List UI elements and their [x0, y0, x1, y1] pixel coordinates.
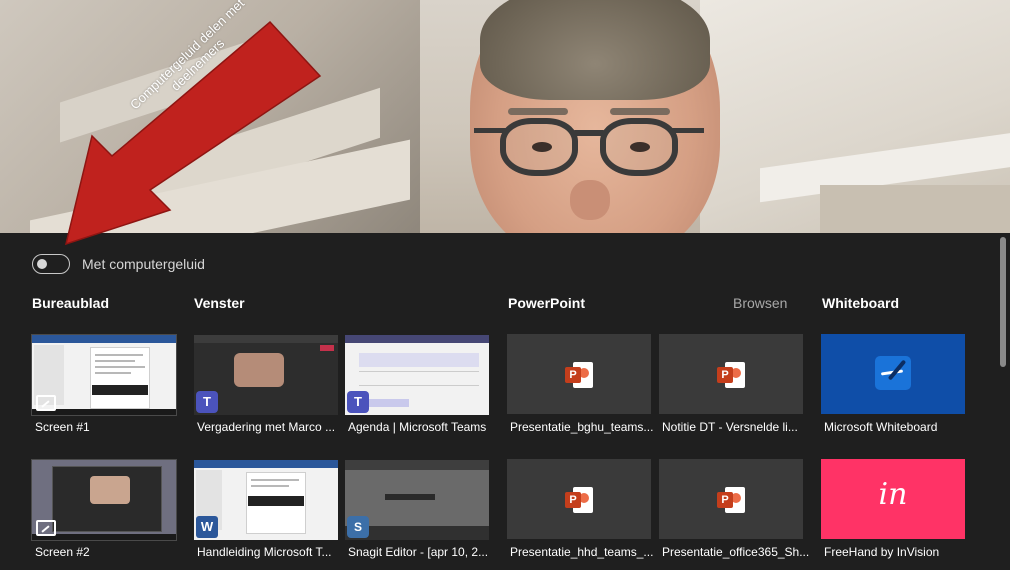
thumb-canvas-item	[385, 494, 435, 500]
computer-audio-label: Met computergeluid	[82, 256, 205, 272]
whiteboard-tile-microsoft[interactable]	[821, 334, 965, 414]
thumb-image-strip	[248, 496, 304, 506]
participant-brow	[508, 108, 568, 115]
thumb-titlebar	[32, 335, 176, 343]
window-tile-label: Vergadering met Marco ...	[197, 420, 336, 434]
window-tile-label: Snagit Editor - [apr 10, 2...	[348, 545, 489, 559]
powerpoint-tile-label: Presentatie_office365_Sh...	[662, 545, 810, 559]
powerpoint-tile-label: Presentatie_bghu_teams...	[510, 420, 654, 434]
whiteboard-tile-label: Microsoft Whiteboard	[824, 420, 938, 434]
window-tile[interactable]: T	[345, 335, 489, 415]
thumb-video-face	[234, 353, 284, 387]
computer-audio-row: Met computergeluid	[32, 254, 205, 274]
glasses-temple	[672, 128, 704, 133]
powerpoint-tile[interactable]: P	[507, 459, 651, 539]
window-tile[interactable]: T	[194, 335, 338, 415]
participant-nose	[570, 180, 610, 220]
thumb-line	[251, 485, 289, 487]
thumb-titlebar	[345, 460, 489, 470]
powerpoint-file-icon: P	[717, 487, 745, 513]
thumb-video-face	[90, 476, 130, 504]
powerpoint-file-icon: P	[565, 362, 593, 388]
thumb-line	[95, 372, 131, 374]
teams-app-icon: T	[196, 391, 218, 413]
whiteboard-tile-freehand[interactable]: in	[821, 459, 965, 539]
ppt-badge: P	[717, 367, 733, 383]
share-screen-icon	[36, 395, 56, 411]
video-shadow	[820, 185, 1010, 233]
powerpoint-tile[interactable]: P	[507, 334, 651, 414]
glasses-bridge	[572, 130, 606, 136]
window-tile[interactable]: S	[345, 460, 489, 540]
desktop-tile-screen-2[interactable]	[31, 459, 177, 541]
teams-app-icon: T	[347, 391, 369, 413]
thumb-calendar-row	[359, 353, 479, 367]
whiteboard-icon	[875, 356, 911, 390]
powerpoint-tile[interactable]: P	[659, 459, 803, 539]
powerpoint-tile-label: Notitie DT - Versnelde li...	[662, 420, 798, 434]
thumb-line	[95, 360, 135, 362]
tray-scrollbar[interactable]	[1000, 237, 1006, 367]
thumb-titlebar	[345, 335, 489, 343]
desktop-tile-label: Screen #2	[35, 545, 90, 559]
powerpoint-tile[interactable]: P	[659, 334, 803, 414]
whiteboard-tile-label: FreeHand by InVision	[824, 545, 940, 559]
thumb-line	[95, 366, 145, 368]
participant-eye	[532, 142, 552, 152]
computer-audio-toggle[interactable]	[32, 254, 70, 274]
thumb-leave-button	[320, 345, 334, 351]
thumb-calendar-line	[359, 371, 479, 372]
powerpoint-file-icon: P	[565, 487, 593, 513]
section-title-whiteboard: Whiteboard	[822, 295, 899, 311]
window-tile-label: Handleiding Microsoft T...	[197, 545, 332, 559]
powerpoint-tile-label: Presentatie_hhd_teams_...	[510, 545, 654, 559]
thumb-titlebar	[194, 460, 338, 468]
thumb-document	[90, 347, 150, 409]
participant-eye	[630, 142, 650, 152]
browse-button[interactable]: Browsen	[733, 295, 787, 311]
desktop-tile-label: Screen #1	[35, 420, 90, 434]
thumb-line	[251, 479, 299, 481]
thumb-line	[95, 354, 143, 356]
word-app-icon: W	[196, 516, 218, 538]
thumb-image-strip	[92, 385, 148, 395]
powerpoint-file-icon: P	[717, 362, 745, 388]
ppt-badge: P	[717, 492, 733, 508]
invision-logo-icon: in	[878, 477, 908, 512]
thumb-calendar-line	[359, 385, 479, 386]
share-screen-icon	[36, 520, 56, 536]
window-tile[interactable]: W	[194, 460, 338, 540]
ppt-badge: P	[565, 492, 581, 508]
participant-hair	[480, 0, 710, 100]
toggle-knob	[37, 259, 47, 269]
participant-brow	[610, 108, 670, 115]
thumb-titlebar	[194, 335, 338, 343]
window-tile-label: Agenda | Microsoft Teams	[348, 420, 487, 434]
section-title-powerpoint: PowerPoint	[508, 295, 586, 311]
snagit-app-icon: S	[347, 516, 369, 538]
desktop-tile-screen-1[interactable]	[31, 334, 177, 416]
section-title-desktop: Bureaublad	[32, 295, 110, 311]
ppt-badge: P	[565, 367, 581, 383]
section-title-window: Venster	[194, 295, 245, 311]
